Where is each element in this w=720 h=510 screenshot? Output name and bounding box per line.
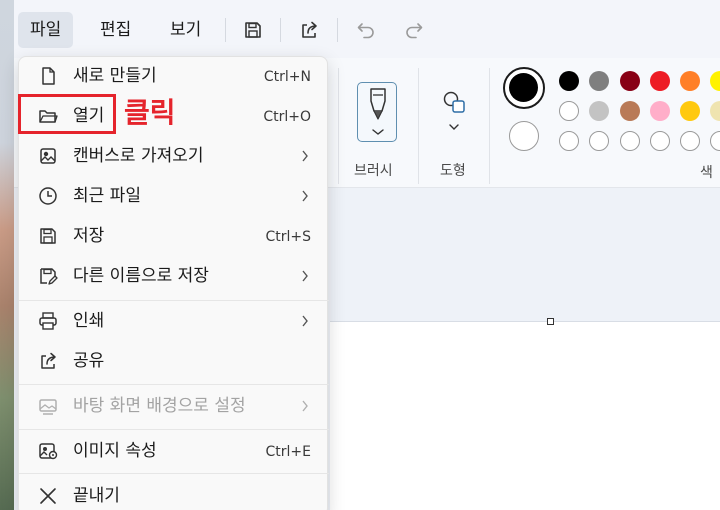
menu-item-label: 끝내기 [73,486,120,506]
brushes-button[interactable] [357,82,397,142]
toolbar-divider [280,18,281,42]
undo-button[interactable] [348,12,384,48]
menu-item-label: 바탕 화면 배경으로 설정 [73,396,246,416]
color-swatch[interactable] [620,131,640,151]
color-swatch[interactable] [589,131,609,151]
shortcut-label: Ctrl+N [263,69,311,85]
menu-item-set-as-wallpaper: 바탕 화면 배경으로 설정 [19,387,329,427]
color-swatch[interactable] [650,71,670,91]
wallpaper-icon [37,395,59,417]
secondary-color[interactable] [509,121,539,151]
chevron-right-icon [299,267,311,285]
undo-icon [357,23,374,39]
menu-divider [19,429,329,430]
color-swatch[interactable] [650,101,670,121]
menu-divider [19,384,329,385]
share-icon [37,350,59,372]
chevron-right-icon [299,187,311,205]
color-swatch[interactable] [559,71,579,91]
annotation-click-label: 클릭 [124,96,176,129]
color-swatch[interactable] [589,101,609,121]
close-icon [37,485,59,507]
menu-item-save[interactable]: 저장 Ctrl+S [19,217,329,257]
drawing-canvas[interactable] [330,322,720,510]
ribbon-divider [338,68,339,184]
canvas-resize-handle[interactable] [547,318,554,325]
redo-icon [406,23,423,39]
primary-color-ring[interactable] [503,67,545,109]
brush-icon [370,88,386,135]
menu-item-print[interactable]: 인쇄 [19,302,329,342]
colors-label: 색 [700,165,713,181]
menu-item-label: 저장 [73,226,105,246]
save-as-icon [37,265,59,287]
primary-color [509,73,538,102]
share-icon [302,21,317,38]
menu-item-label: 캔버스로 가져오기 [73,146,204,166]
color-swatch[interactable] [589,71,609,91]
shortcut-label: Ctrl+O [263,109,311,125]
ribbon-divider [418,68,419,184]
menu-item-exit[interactable]: 끝내기 [19,477,329,510]
menu-item-label: 공유 [73,351,105,371]
chevron-right-icon [299,147,311,165]
shortcut-label: Ctrl+S [265,229,311,245]
menu-item-import-to-canvas[interactable]: 캔버스로 가져오기 [19,137,329,177]
menu-item-save-as[interactable]: 다른 이름으로 저장 [19,257,329,297]
save-icon [37,225,59,247]
menu-item-label: 이미지 속성 [73,441,157,461]
color-swatch[interactable] [620,71,640,91]
annotation-highlight-box [18,94,116,134]
desktop-background [0,0,14,510]
color-swatch[interactable] [620,101,640,121]
new-file-icon [37,65,59,87]
color-swatch[interactable] [559,131,579,151]
shapes-button[interactable] [436,86,472,134]
ribbon-divider [489,68,490,184]
menu-item-share[interactable]: 공유 [19,342,329,382]
menu-view[interactable]: 보기 [158,12,213,48]
toolbar-divider [337,18,338,42]
color-swatch[interactable] [650,131,670,151]
menu-item-new[interactable]: 새로 만들기 Ctrl+N [19,57,329,97]
menu-divider [19,473,329,474]
clock-icon [37,185,59,207]
image-import-icon [37,145,59,167]
menu-item-label: 새로 만들기 [73,66,157,86]
menu-item-recent-files[interactable]: 최근 파일 [19,177,329,217]
color-swatch[interactable] [559,101,579,121]
color-swatch[interactable] [680,131,700,151]
share-button[interactable] [291,12,327,48]
chevron-right-icon [299,397,311,415]
shapes-label: 도형 [440,163,466,179]
save-button[interactable] [235,12,271,48]
brushes-label: 브러시 [354,163,393,179]
toolbar-divider [225,18,226,42]
menu-edit[interactable]: 편집 [88,12,143,48]
save-icon [245,22,261,38]
menu-divider [19,300,329,301]
image-properties-icon [37,440,59,462]
menu-item-image-properties[interactable]: 이미지 속성 Ctrl+E [19,432,329,472]
redo-button[interactable] [396,12,432,48]
color-swatch[interactable] [680,71,700,91]
shapes-icon [443,91,465,130]
shortcut-label: Ctrl+E [265,444,312,460]
color-swatch[interactable] [680,101,700,121]
chevron-right-icon [299,312,311,330]
printer-icon [37,310,59,332]
menu-item-label: 인쇄 [73,311,105,331]
menu-item-label: 다른 이름으로 저장 [73,266,209,286]
menu-item-label: 최근 파일 [73,186,141,206]
menu-file[interactable]: 파일 [18,12,74,48]
